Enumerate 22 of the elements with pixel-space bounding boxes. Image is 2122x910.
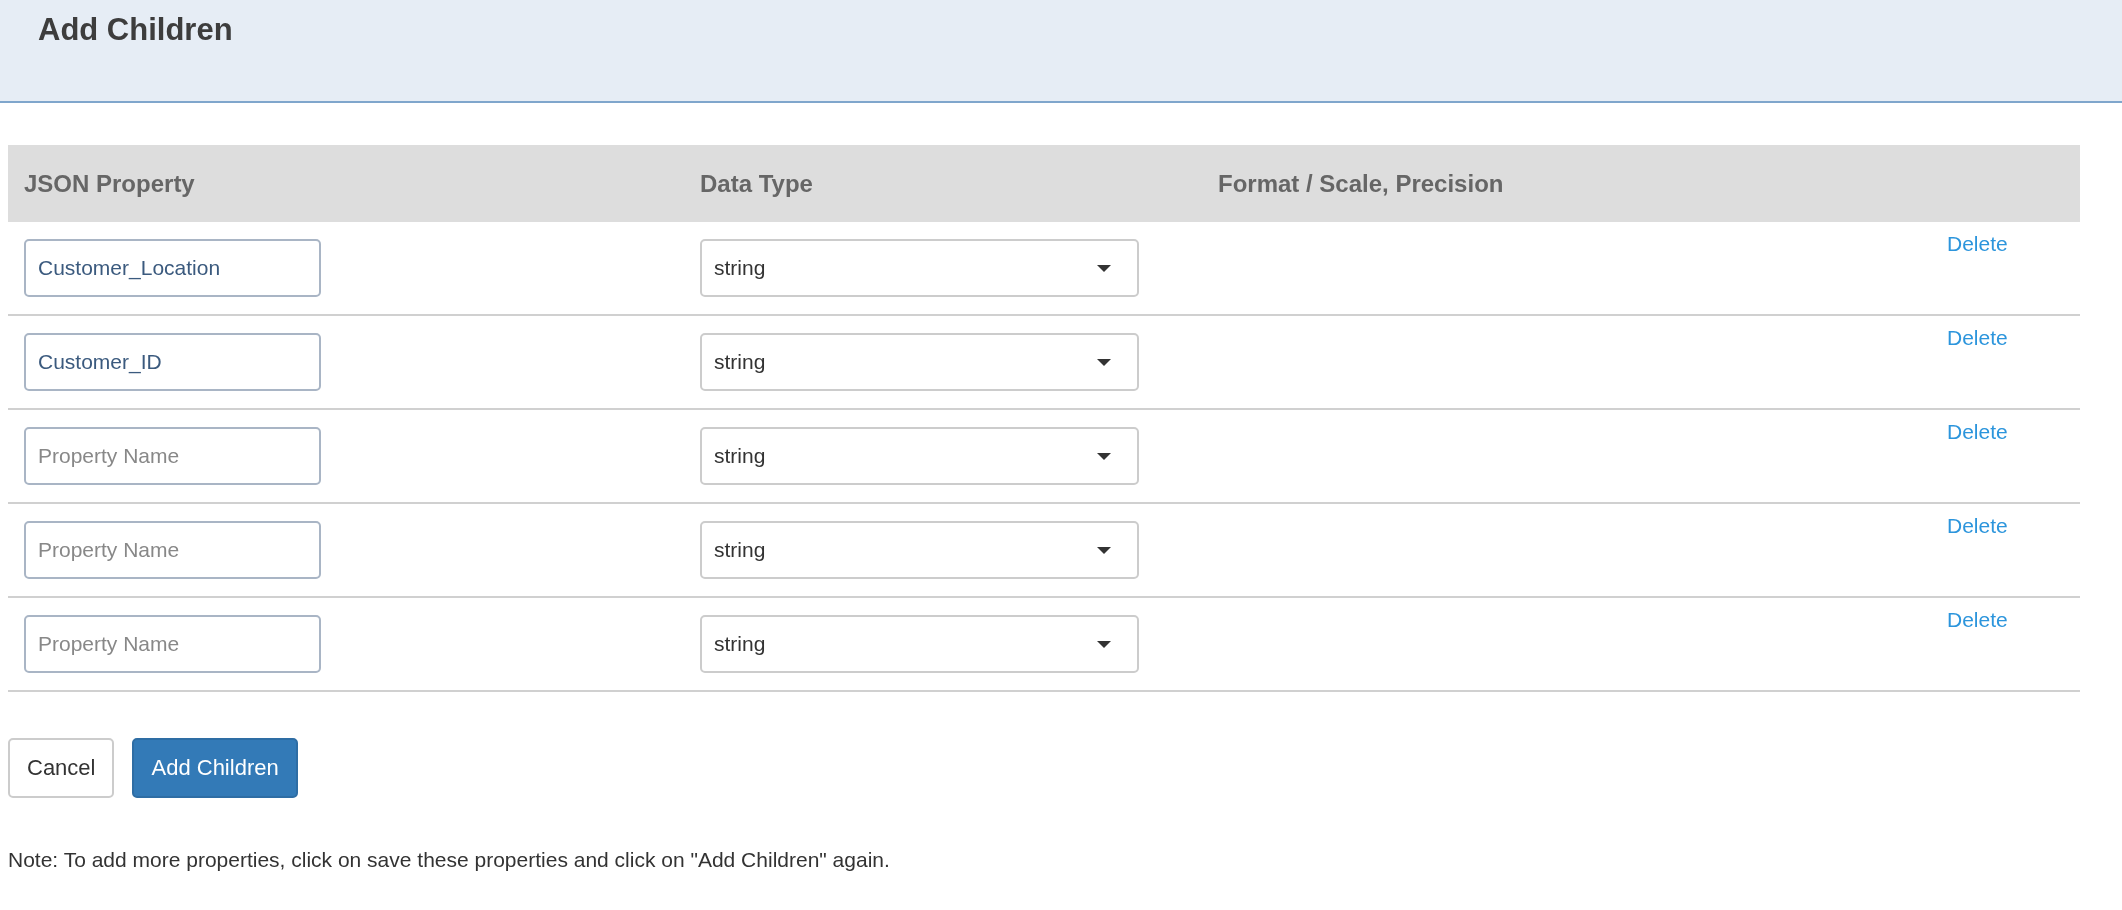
data-type-dropdown[interactable]: string [700, 333, 1139, 391]
property-name-field[interactable]: Property Name [24, 615, 321, 673]
property-name-field[interactable]: Customer_Location [24, 239, 321, 297]
column-header: JSON Property [23, 169, 196, 198]
caret-icon [1097, 264, 1111, 272]
cancel-button[interactable]: Cancel [8, 738, 115, 798]
caret-icon [1097, 358, 1111, 366]
add-children-button[interactable]: Add Children [132, 738, 298, 798]
data-type-dropdown[interactable]: string [700, 521, 1139, 579]
page-title: Add Children [37, 11, 234, 48]
caret-icon [1097, 640, 1111, 648]
data-type-dropdown[interactable]: string [700, 615, 1139, 673]
data-type-dropdown[interactable]: string [700, 239, 1139, 297]
note-text: Note: To add more properties, click on save these properties and click on "Add Children" again. [8, 848, 891, 872]
column-header: Format / Scale, Precision [1218, 169, 1505, 198]
property-name-field[interactable]: Customer_ID [24, 333, 321, 391]
column-header: Data Type [700, 169, 814, 198]
data-type-dropdown[interactable]: string [700, 427, 1139, 485]
caret-icon [1097, 546, 1111, 554]
caret-icon [1097, 452, 1111, 460]
property-name-field[interactable]: Property Name [24, 521, 321, 579]
property-name-field[interactable]: Property Name [24, 427, 321, 485]
